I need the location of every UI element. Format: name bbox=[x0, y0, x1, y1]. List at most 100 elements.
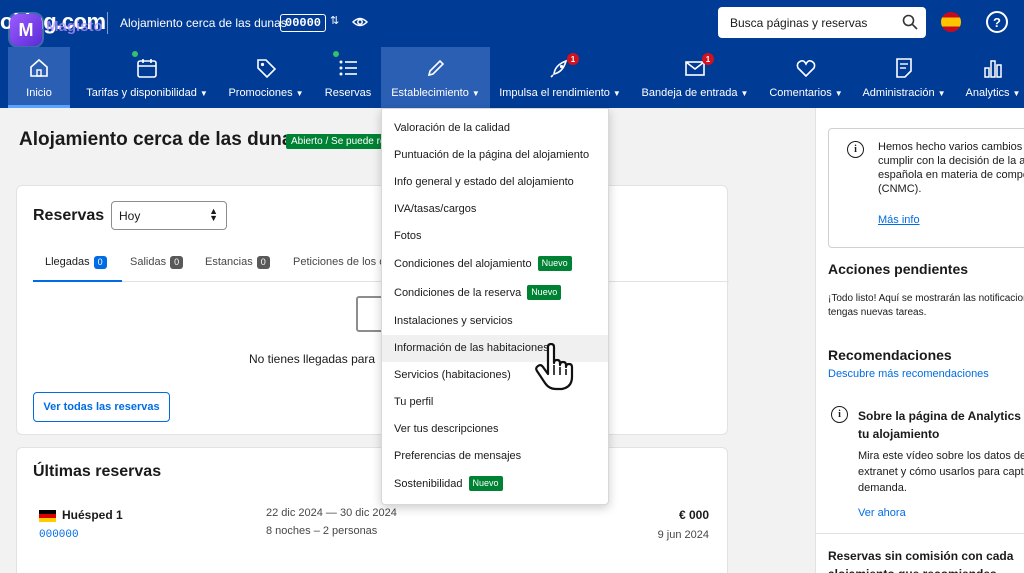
watermark-logo-icon: M bbox=[10, 14, 42, 46]
house-icon bbox=[30, 58, 48, 77]
period-value: Hoy bbox=[119, 209, 141, 223]
nav-label: Establecimiento bbox=[391, 87, 469, 99]
more-info-link[interactable]: Más info bbox=[878, 214, 920, 226]
chevron-down-icon: ▼ bbox=[834, 89, 843, 98]
tab-label: Llegadas bbox=[45, 256, 90, 268]
active-tab-indicator bbox=[33, 280, 122, 282]
chevron-down-icon: ▼ bbox=[295, 89, 304, 98]
menu-item-label: Servicios (habitaciones) bbox=[394, 369, 511, 381]
notification-badge: 1 bbox=[567, 53, 579, 65]
nav-item-reservas[interactable]: Reservas bbox=[321, 47, 375, 108]
menu-item-label: Puntuación de la página del alojamiento bbox=[394, 149, 590, 161]
menu-item-label: Condiciones de la reserva bbox=[394, 287, 522, 299]
help-icon[interactable]: ? bbox=[986, 11, 1008, 33]
nav-item-inicio[interactable]: Inicio bbox=[8, 47, 70, 108]
menu-item-iva[interactable]: IVA/tasas/cargos bbox=[382, 196, 608, 223]
tab-peticiones[interactable]: Peticiones de los c bbox=[293, 256, 385, 268]
page-title: Alojamiento cerca de las dunas bbox=[19, 129, 304, 150]
menu-item-sostenibilidad[interactable]: Sostenibilidad Nuevo bbox=[382, 471, 608, 498]
empty-state-text: No tienes llegadas para bbox=[249, 352, 376, 366]
status-badge: Abierto / Se puede re bbox=[286, 134, 384, 149]
nav-label: Reservas bbox=[324, 87, 372, 99]
reservations-title: Reservas bbox=[33, 207, 105, 224]
divider bbox=[816, 533, 1024, 534]
document-icon bbox=[896, 58, 912, 78]
recommendations-title: Recomendaciones bbox=[828, 347, 952, 363]
period-select[interactable]: Hoy ▲ ▼ bbox=[111, 201, 227, 230]
establecimiento-dropdown-menu: Valoración de la calidad Puntuación de l… bbox=[381, 108, 609, 505]
spain-flag-icon[interactable] bbox=[941, 12, 961, 32]
nav-label: Comentarios bbox=[769, 87, 832, 99]
nav-item-administracion[interactable]: Administración ▼ bbox=[861, 47, 947, 108]
divider bbox=[107, 12, 108, 34]
nav-item-promociones[interactable]: Promociones ▼ bbox=[225, 47, 307, 108]
latest-reservations-card: Últimas reservas Huésped 1 000000 22 dic… bbox=[16, 447, 728, 573]
tab-llegadas[interactable]: Llegadas 0 bbox=[45, 256, 107, 269]
stay-dates: 22 dic 2024 — 30 dic 2024 bbox=[266, 507, 397, 519]
menu-item-label: Condiciones del alojamiento bbox=[394, 258, 532, 270]
reservation-price: € 000 bbox=[678, 508, 709, 522]
tab-label: Salidas bbox=[130, 256, 167, 268]
nav-label: Inicio bbox=[26, 87, 52, 99]
menu-item-fotos[interactable]: Fotos bbox=[382, 223, 608, 250]
nav-label: Tarifas y disponibilidad bbox=[86, 87, 197, 99]
nav-item-impulsa[interactable]: 1 Impulsa el rendimiento ▼ bbox=[499, 47, 621, 108]
more-recommendations-link[interactable]: Descubre más recomendaciones bbox=[828, 367, 989, 381]
info-icon: i bbox=[847, 141, 864, 158]
nav-item-analytics[interactable]: Analytics ▼ bbox=[964, 47, 1022, 108]
search-icon[interactable] bbox=[902, 14, 918, 30]
menu-item-descripciones[interactable]: Ver tus descripciones bbox=[382, 416, 608, 443]
nav-label: Promociones bbox=[228, 87, 293, 99]
menu-item-condiciones-reserva[interactable]: Condiciones de la reserva Nuevo bbox=[382, 280, 608, 307]
tab-salidas[interactable]: Salidas 0 bbox=[130, 256, 184, 269]
tab-label: Estancias bbox=[205, 256, 253, 268]
latest-reservations-title: Últimas reservas bbox=[33, 463, 162, 480]
menu-item-label: Tu perfil bbox=[394, 396, 434, 408]
main-nav: Inicio Tarifas y disponibilidad ▼ Promoci… bbox=[0, 47, 1024, 108]
menu-item-label: Fotos bbox=[394, 230, 422, 242]
cnmc-notice: i Hemos hecho varios cambios cumplir con… bbox=[828, 128, 1024, 248]
menu-item-valoracion[interactable]: Valoración de la calidad bbox=[382, 115, 608, 142]
nav-item-establecimiento[interactable]: Establecimiento ▼ bbox=[381, 47, 490, 108]
notification-dot bbox=[132, 51, 138, 57]
notice-text: Hemos hecho varios cambios cumplir con l… bbox=[878, 141, 1024, 195]
menu-item-instalaciones[interactable]: Instalaciones y servicios bbox=[382, 308, 608, 335]
nav-item-comentarios[interactable]: Comentarios ▼ bbox=[767, 47, 845, 108]
menu-item-label: Preferencias de mensajes bbox=[394, 450, 522, 462]
menu-item-tu-perfil[interactable]: Tu perfil bbox=[382, 389, 608, 416]
top-bar: oking.com M Magisto Alojamiento cerca de… bbox=[0, 0, 1024, 47]
menu-item-puntuacion[interactable]: Puntuación de la página del alojamiento bbox=[382, 142, 608, 169]
reservations-card: Reservas Hoy ▲ ▼ Llegadas 0 Salidas 0 Estan… bbox=[16, 185, 729, 435]
search-input[interactable]: Busca páginas y reservas bbox=[718, 7, 926, 38]
eye-icon[interactable] bbox=[352, 15, 368, 29]
menu-item-label: Ver tus descripciones bbox=[394, 423, 499, 435]
property-name: Alojamiento cerca de las dunas bbox=[120, 16, 287, 30]
menu-item-preferencias-mensajes[interactable]: Preferencias de mensajes bbox=[382, 443, 608, 470]
chevron-down-icon: ▼ bbox=[199, 89, 208, 98]
info-icon: i bbox=[831, 406, 848, 423]
bar-chart-icon bbox=[984, 60, 1002, 78]
nav-label: Bandeja de entrada bbox=[641, 87, 738, 99]
tab-estancias[interactable]: Estancias 0 bbox=[205, 256, 270, 269]
tab-count: 0 bbox=[170, 256, 184, 269]
pending-actions-text: ¡Todo listo! Aquí se mostrarán las notif… bbox=[828, 293, 1024, 318]
nav-label: Administración bbox=[862, 87, 935, 99]
heart-icon bbox=[796, 60, 816, 78]
property-id: 00000 bbox=[280, 14, 327, 32]
menu-item-info-general[interactable]: Info general y estado del alojamiento bbox=[382, 169, 608, 196]
nav-item-bandeja[interactable]: 1 Bandeja de entrada ▼ bbox=[640, 47, 750, 108]
new-badge: Nuevo bbox=[527, 285, 562, 300]
watch-now-link[interactable]: Ver ahora bbox=[858, 507, 906, 519]
menu-item-label: Sostenibilidad bbox=[394, 478, 463, 490]
menu-item-condiciones-alojamiento[interactable]: Condiciones del alojamiento Nuevo bbox=[382, 251, 608, 278]
menu-item-label: Info general y estado del alojamiento bbox=[394, 176, 574, 188]
commission-free-title: Reservas sin comisión con cada alojamien… bbox=[828, 549, 1014, 573]
notification-badge: 1 bbox=[702, 53, 714, 65]
tab-label: Peticiones de los c bbox=[293, 256, 385, 268]
reservation-id-link[interactable]: 000000 bbox=[39, 529, 79, 541]
menu-item-label: IVA/tasas/cargos bbox=[394, 203, 477, 215]
nav-item-tarifas[interactable]: Tarifas y disponibilidad ▼ bbox=[83, 47, 211, 108]
swap-arrows-icon[interactable]: ⇅ bbox=[330, 14, 339, 27]
view-all-reservations-button[interactable]: Ver todas las reservas bbox=[33, 392, 170, 422]
tab-count: 0 bbox=[256, 256, 270, 269]
